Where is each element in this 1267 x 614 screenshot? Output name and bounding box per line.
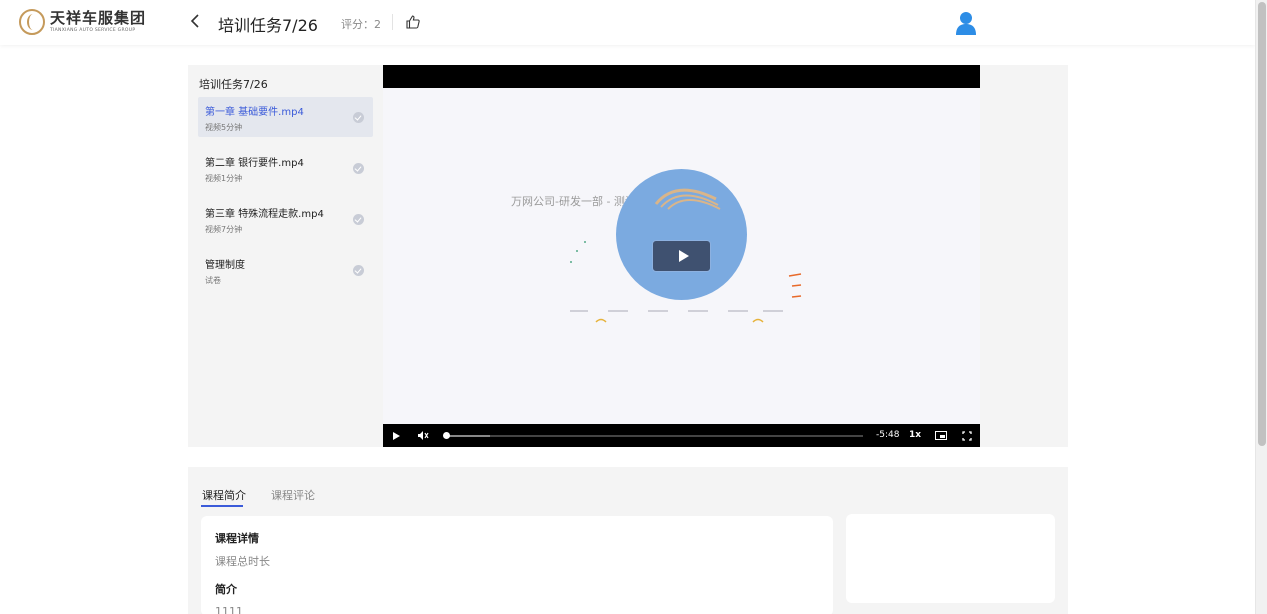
video-progress-bar[interactable] <box>443 432 863 439</box>
playlist-item-sub: 视频5分钟 <box>205 123 243 132</box>
playlist-item-sub: 视频7分钟 <box>205 225 243 234</box>
side-info-card <box>846 514 1055 603</box>
playlist-item-sub: 试卷 <box>205 276 221 285</box>
picture-in-picture-icon[interactable] <box>935 431 947 440</box>
playlist: 培训任务7/26 第一章 基础要件.mp4 视频5分钟 第二章 银行要件.mp4… <box>188 65 383 447</box>
play-icon[interactable] <box>652 240 711 272</box>
logo-mark-icon <box>19 9 45 35</box>
video-controls: -5:48 1x <box>383 424 980 447</box>
playlist-item-name: 第三章 特殊流程走款.mp4 <box>205 209 324 220</box>
score-label: 评分：2 <box>341 18 381 31</box>
video-player[interactable]: 万网公司-研发一部 - 测试 -5:48 1x <box>383 65 980 447</box>
progress-handle[interactable] <box>443 432 450 439</box>
detail-intro-label: 简介 <box>215 583 237 596</box>
tab-intro[interactable]: 课程简介 <box>202 487 246 503</box>
page-title: 培训任务7/26 <box>218 16 318 35</box>
course-info-section: 课程简介 课程评论 课程详情 课程总时长 简介 1111 <box>188 467 1068 614</box>
video-poster-circle <box>616 169 747 300</box>
top-header: 天祥车服集团 TIANXIANG AUTO SERVICE GROUP 培训任务… <box>0 0 1255 45</box>
thumbs-up-icon[interactable] <box>405 14 421 30</box>
playlist-item-sub: 视频1分钟 <box>205 174 243 183</box>
check-circle-icon <box>353 163 364 174</box>
header-divider <box>392 14 393 30</box>
mute-icon[interactable] <box>417 430 429 441</box>
playlist-item-name: 第二章 银行要件.mp4 <box>205 158 304 169</box>
detail-title: 课程详情 <box>215 532 259 545</box>
check-circle-icon <box>353 112 364 123</box>
player-side-strip <box>980 65 1068 447</box>
playlist-item-name: 第一章 基础要件.mp4 <box>205 107 304 118</box>
tab-comments[interactable]: 课程评论 <box>271 487 315 503</box>
check-circle-icon <box>353 214 364 225</box>
video-letterbox-top <box>383 65 980 88</box>
list-item[interactable]: 第三章 特殊流程走款.mp4 视频7分钟 <box>198 199 373 239</box>
page-scrollbar[interactable] <box>1255 0 1267 614</box>
list-item[interactable]: 第一章 基础要件.mp4 视频5分钟 <box>198 97 373 137</box>
check-circle-icon <box>353 265 364 276</box>
active-tab-indicator <box>201 505 243 507</box>
decorative-lines-icon <box>788 273 802 298</box>
logo-text-cn: 天祥车服集团 <box>50 8 147 27</box>
video-buffer-bar <box>444 435 490 437</box>
play-icon[interactable] <box>392 431 401 441</box>
playlist-item-name: 管理制度 <box>205 260 245 271</box>
user-icon[interactable] <box>955 11 977 35</box>
list-item[interactable]: 第二章 银行要件.mp4 视频1分钟 <box>198 148 373 188</box>
decorative-strokes-icon <box>570 310 783 323</box>
company-logo[interactable]: 天祥车服集团 TIANXIANG AUTO SERVICE GROUP <box>19 9 146 35</box>
logo-text-en: TIANXIANG AUTO SERVICE GROUP <box>50 27 136 33</box>
list-item[interactable]: 管理制度 试卷 <box>198 250 373 290</box>
playlist-title: 培训任务7/26 <box>199 78 268 91</box>
fullscreen-icon[interactable] <box>962 431 972 441</box>
decorative-dots-icon <box>570 241 586 263</box>
playback-speed-button[interactable]: 1x <box>909 430 921 440</box>
detail-duration-label: 课程总时长 <box>215 555 270 568</box>
scrollbar-thumb[interactable] <box>1258 2 1266 446</box>
player-section: 培训任务7/26 第一章 基础要件.mp4 视频5分钟 第二章 银行要件.mp4… <box>188 65 1068 447</box>
time-remaining: -5:48 <box>876 430 900 440</box>
course-detail-card: 课程详情 课程总时长 简介 1111 <box>201 516 833 614</box>
chevron-left-icon[interactable] <box>190 13 200 33</box>
detail-intro-value: 1111 <box>215 605 243 614</box>
